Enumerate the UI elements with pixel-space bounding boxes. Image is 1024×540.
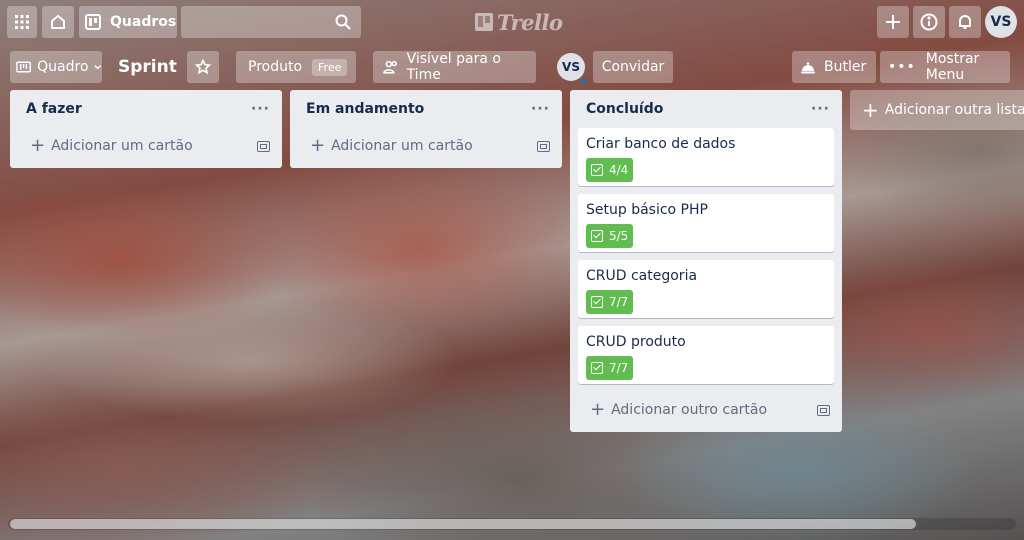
plus-icon: + (590, 399, 606, 420)
search-input[interactable] (181, 6, 361, 38)
trello-logo-icon (475, 13, 493, 31)
list-menu-icon[interactable]: ··· (251, 101, 270, 117)
star-icon (195, 59, 211, 75)
add-list-button[interactable]: + Adicionar outra lista (850, 90, 1024, 130)
add-card-label: Adicionar um cartão (51, 138, 193, 154)
add-list-label: Adicionar outra lista (884, 102, 1024, 118)
list-em-andamento: Em andamento ··· + Adicionar um cartão (290, 90, 562, 168)
list-menu-icon[interactable]: ··· (531, 101, 550, 117)
show-menu-label: Mostrar Menu (925, 51, 980, 83)
checklist-badge: 5/5 (586, 224, 634, 248)
butler-bell-icon (801, 62, 815, 74)
admin-chevron-icon: ▲ (580, 75, 587, 84)
checklist-count: 7/7 (609, 361, 629, 375)
plan-badge: Free (312, 58, 348, 76)
card-title: CRUD categoria (586, 268, 698, 284)
notifications-button[interactable] (949, 6, 981, 38)
add-card-button[interactable]: + Adicionar um cartão (298, 128, 554, 164)
checklist-count: 5/5 (609, 229, 629, 243)
checkbox-icon (591, 362, 603, 374)
list-header: A fazer ··· (10, 90, 282, 128)
card[interactable]: Criar banco de dados 4/4 (578, 128, 834, 186)
checklist-badge: 7/7 (586, 290, 634, 314)
add-card-button[interactable]: + Adicionar outro cartão (578, 392, 834, 428)
list-header: Em andamento ··· (290, 90, 562, 128)
plus-icon: + (862, 98, 879, 122)
checklist-badge: 7/7 (586, 356, 634, 380)
apps-button[interactable] (7, 6, 37, 38)
visibility-label: Visível para o Time (406, 51, 501, 83)
team-icon (383, 60, 397, 74)
card[interactable]: CRUD produto 7/7 (578, 326, 834, 384)
card-title: CRUD produto (586, 334, 686, 350)
plus-icon: + (30, 135, 46, 156)
invite-label: Convidar (601, 59, 665, 75)
bell-icon (959, 15, 971, 29)
workspace-label: Produto (248, 59, 303, 75)
plus-icon: + (310, 135, 326, 156)
top-header: Quadros Trello VS (0, 0, 1024, 44)
add-card-label: Adicionar um cartão (331, 138, 473, 154)
chevron-down-icon (93, 65, 101, 70)
visibility-button[interactable]: Visível para o Time (373, 51, 536, 83)
list-menu-icon[interactable]: ··· (811, 101, 830, 117)
trello-logo[interactable]: Trello (475, 9, 563, 35)
star-board-button[interactable] (187, 51, 219, 83)
card[interactable]: Setup básico PHP 5/5 (578, 194, 834, 252)
board-view-label: Quadro (37, 59, 89, 75)
butler-button[interactable]: Butler (792, 51, 876, 83)
list-a-fazer: A fazer ··· + Adicionar um cartão (10, 90, 282, 168)
add-card-label: Adicionar outro cartão (611, 402, 768, 418)
add-card-button[interactable]: + Adicionar um cartão (18, 128, 274, 164)
butler-label: Butler (824, 59, 867, 75)
boards-icon (85, 14, 101, 30)
more-icon: ••• (888, 59, 916, 75)
create-button[interactable] (877, 6, 909, 38)
member-initials: VS (562, 60, 580, 74)
card[interactable]: CRUD categoria 7/7 (578, 260, 834, 318)
grid-icon (15, 15, 29, 29)
card-template-icon[interactable] (817, 404, 830, 416)
checklist-count: 7/7 (609, 295, 629, 309)
home-icon (51, 14, 65, 29)
card-title: Criar banco de dados (586, 136, 736, 152)
card-template-icon[interactable] (537, 140, 550, 152)
checkbox-icon (591, 230, 603, 242)
board-scrollbar-thumb[interactable] (10, 519, 916, 529)
workspace-button[interactable]: Produto Free (236, 51, 356, 83)
checkbox-icon (591, 296, 603, 308)
info-button[interactable] (913, 6, 945, 38)
boards-button[interactable]: Quadros (79, 6, 177, 38)
checklist-badge: 4/4 (586, 158, 634, 182)
info-icon (920, 13, 938, 31)
list-title[interactable]: Em andamento (306, 101, 424, 117)
invite-button[interactable]: Convidar (593, 51, 673, 83)
board-title[interactable]: Sprint (112, 51, 183, 83)
boards-label: Quadros (110, 14, 177, 30)
card-title: Setup básico PHP (586, 202, 708, 218)
list-concluido: Concluído ··· Criar banco de dados 4/4 S… (570, 90, 842, 432)
board-member-avatar[interactable]: VS ▲ (557, 53, 587, 84)
search-icon (335, 14, 351, 30)
board-view-icon (16, 61, 31, 73)
show-menu-button[interactable]: ••• Mostrar Menu (880, 51, 1010, 83)
user-avatar[interactable]: VS (985, 6, 1017, 38)
board-view-switcher[interactable]: Quadro (10, 51, 102, 83)
list-header: Concluído ··· (570, 90, 842, 128)
card-template-icon[interactable] (257, 140, 270, 152)
list-title[interactable]: A fazer (26, 101, 82, 117)
home-button[interactable] (42, 6, 74, 38)
list-title[interactable]: Concluído (586, 101, 663, 117)
checkbox-icon (591, 164, 603, 176)
plus-icon (886, 15, 900, 29)
checklist-count: 4/4 (609, 163, 629, 177)
trello-logo-text: Trello (497, 9, 563, 35)
